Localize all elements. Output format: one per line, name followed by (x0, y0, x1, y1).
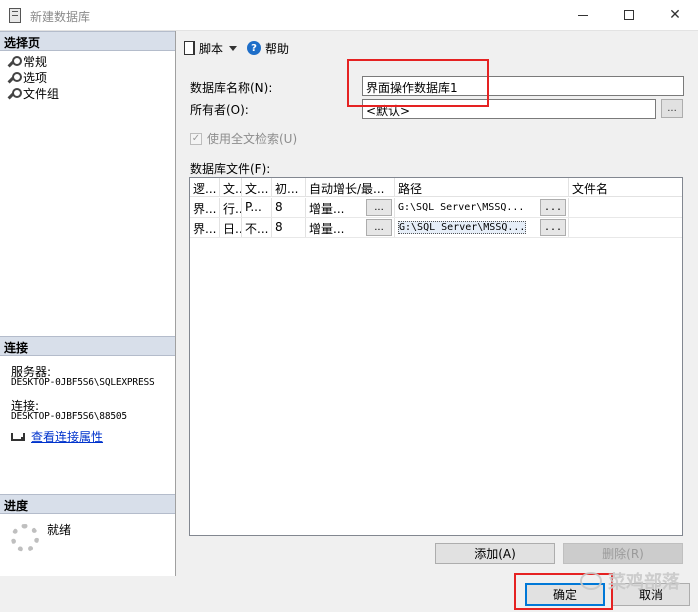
cell-path-text: G:\SQL Server\MSSQ... (398, 202, 525, 213)
connection-header: 连接 (0, 336, 175, 356)
owner-input[interactable]: <默认> (362, 99, 656, 119)
help-label: 帮助 (265, 41, 290, 56)
wrench-icon (6, 71, 22, 84)
window-title: 新建数据库 (30, 10, 91, 24)
page-filegroups[interactable]: 文件组 (6, 85, 59, 102)
connection-value: DESKTOP-0JBF5S6\88505 (11, 411, 127, 422)
cell-path[interactable]: G:\SQL Server\MSSQ... ... (395, 198, 569, 217)
watermark: 菜鸡部落 (580, 568, 680, 594)
progress-spinner-icon (11, 524, 39, 552)
database-file-icon (9, 8, 21, 23)
cell-logical-name[interactable]: 界... (190, 198, 220, 217)
help-button[interactable]: ? 帮助 (247, 40, 289, 57)
table-row[interactable]: 界... 日... 不... 8 增量... ... G:\SQL Server… (190, 218, 682, 238)
column-header[interactable]: 文件名 (569, 178, 682, 196)
cell-path[interactable]: G:\SQL Server\MSSQ... ... (395, 218, 569, 237)
cell-autogrowth-text: 增量... (309, 222, 345, 236)
cell-path-text: G:\SQL Server\MSSQ... (398, 221, 527, 234)
view-connection-link[interactable]: 查看连接属性 (31, 428, 103, 445)
minimize-icon (578, 14, 588, 16)
path-browse-button[interactable]: ... (540, 199, 566, 216)
select-page-header: 选择页 (0, 31, 175, 51)
cell-autogrowth-text: 增量... (309, 202, 345, 216)
cell-autogrowth[interactable]: 增量... ... (306, 198, 395, 217)
page-options-label: 选项 (23, 71, 48, 85)
wechat-icon (580, 572, 602, 590)
db-name-input[interactable]: 界面操作数据库1 (362, 76, 684, 96)
wrench-icon (6, 55, 22, 68)
cell-file-type[interactable]: 日... (220, 218, 242, 237)
owner-browse-button[interactable]: ... (661, 99, 683, 118)
column-header[interactable]: 文... (220, 178, 242, 196)
wrench-icon (6, 87, 22, 100)
view-connection-properties[interactable]: 查看连接属性 (11, 428, 103, 445)
progress-header: 进度 (0, 494, 175, 514)
page-options[interactable]: 选项 (6, 69, 47, 86)
cell-file-type[interactable]: 行... (220, 198, 242, 217)
column-header[interactable]: 文... (242, 178, 272, 196)
column-header[interactable]: 逻... (190, 178, 220, 196)
column-header[interactable]: 自动增长/最... (306, 178, 395, 196)
page-general-label: 常规 (23, 55, 48, 69)
files-label: 数据库文件(F): (190, 162, 271, 176)
chevron-down-icon[interactable] (229, 45, 238, 51)
cell-autogrowth[interactable]: 增量... ... (306, 218, 395, 237)
script-icon (184, 41, 195, 55)
owner-label: 所有者(O): (190, 103, 249, 117)
cell-filename[interactable] (569, 218, 682, 237)
cell-logical-name[interactable]: 界... (190, 218, 220, 237)
maximize-icon (624, 10, 634, 20)
autogrowth-browse-button[interactable]: ... (366, 199, 392, 216)
title-bar: 新建数据库 ✕ (0, 0, 698, 31)
script-button[interactable]: 脚本 (184, 40, 238, 57)
maximize-button[interactable] (606, 0, 652, 30)
cell-initial-size[interactable]: 8 (272, 198, 306, 217)
column-header[interactable]: 路径 (395, 178, 569, 196)
cell-filegroup[interactable]: P... (242, 198, 272, 217)
add-file-button[interactable]: 添加(A) (435, 543, 555, 564)
close-button[interactable]: ✕ (652, 0, 698, 30)
fulltext-label: 使用全文检索(U) (207, 132, 298, 146)
fulltext-checkbox[interactable]: ✓ (190, 132, 202, 145)
server-value: DESKTOP-0JBF5S6\SQLEXPRESS (11, 377, 155, 388)
close-icon: ✕ (669, 7, 681, 23)
help-icon: ? (247, 41, 262, 55)
watermark-text: 菜鸡部落 (608, 572, 680, 593)
left-pane: 选择页 常规 选项 文件组 连接 服务器: DESKTOP-0JBF5S6\SQ… (0, 31, 176, 576)
table-row[interactable]: 界... 行... P... 8 增量... ... G:\SQL Server… (190, 198, 682, 218)
toolbar: 脚本 ? 帮助 (184, 39, 299, 57)
script-label: 脚本 (199, 41, 224, 56)
path-browse-button[interactable]: ... (540, 219, 566, 236)
fulltext-option[interactable]: ✓ 使用全文检索(U) (190, 130, 297, 147)
column-header[interactable]: 初... (272, 178, 306, 196)
autogrowth-browse-button[interactable]: ... (366, 219, 392, 236)
database-files-grid[interactable]: 逻... 文... 文... 初... 自动增长/最... 路径 文件名 界..… (189, 177, 683, 536)
db-name-label: 数据库名称(N): (190, 81, 273, 95)
page-filegroups-label: 文件组 (23, 87, 60, 101)
grid-header-row: 逻... 文... 文... 初... 自动增长/最... 路径 文件名 (190, 178, 682, 197)
cell-initial-size[interactable]: 8 (272, 218, 306, 237)
cell-filegroup[interactable]: 不... (242, 218, 272, 237)
page-general[interactable]: 常规 (6, 53, 47, 70)
remove-file-button[interactable]: 删除(R) (563, 543, 683, 564)
minimize-button[interactable] (560, 0, 606, 30)
cell-filename[interactable] (569, 198, 682, 217)
connection-plug-icon (11, 431, 25, 443)
progress-status: 就绪 (47, 523, 72, 537)
